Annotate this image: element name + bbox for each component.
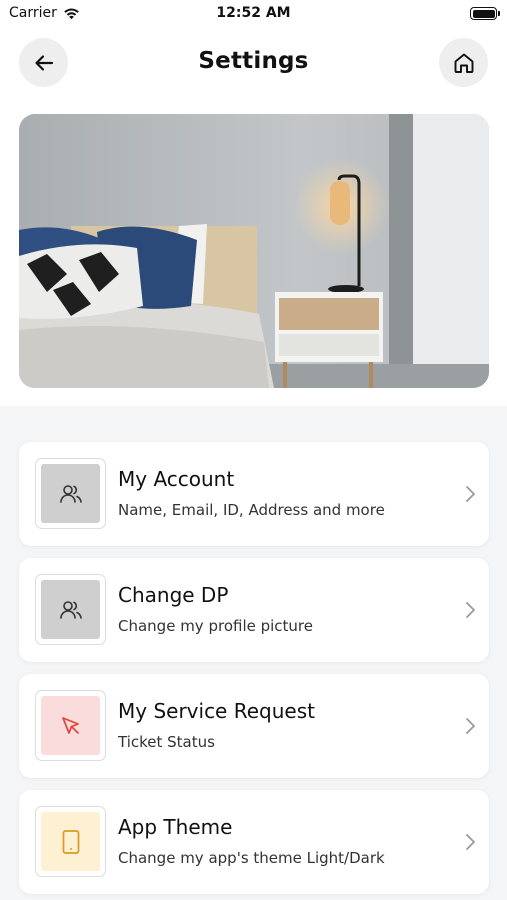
home-icon (454, 53, 473, 73)
icon-frame (35, 458, 106, 529)
bedroom-photo (19, 114, 489, 388)
settings-item-title: My Account (118, 467, 235, 491)
icon-frame (35, 574, 106, 645)
settings-item-change-dp[interactable]: Change DP Change my profile picture (19, 558, 489, 662)
settings-item-my-account[interactable]: My Account Name, Email, ID, Address and … (19, 442, 489, 546)
page-title: Settings (198, 48, 309, 74)
cursor-icon (61, 716, 79, 734)
status-bar: Carrier 12:52 AM (0, 0, 507, 28)
chevron-right-icon (466, 486, 475, 502)
home-button[interactable] (439, 38, 488, 87)
tablet-icon (62, 829, 79, 854)
icon-frame (35, 806, 106, 877)
nav-bar: Settings (0, 36, 507, 90)
settings-item-subtitle: Change my profile picture (118, 617, 313, 635)
icon-box (41, 464, 100, 523)
settings-item-title: My Service Request (118, 699, 315, 723)
settings-item-app-theme[interactable]: App Theme Change my app's theme Light/Da… (19, 790, 489, 894)
users-icon (59, 600, 82, 619)
settings-list: My Account Name, Email, ID, Address and … (0, 406, 507, 900)
settings-item-title: Change DP (118, 583, 229, 607)
users-icon (59, 484, 82, 503)
icon-box (41, 696, 100, 755)
chevron-right-icon (466, 834, 475, 850)
settings-item-subtitle: Ticket Status (118, 733, 215, 751)
settings-item-subtitle: Change my app's theme Light/Dark (118, 849, 385, 867)
icon-box (41, 812, 100, 871)
status-time: 12:52 AM (216, 5, 291, 21)
icon-frame (35, 690, 106, 761)
settings-item-title: App Theme (118, 815, 233, 839)
icon-box (41, 580, 100, 639)
battery-icon (470, 7, 500, 20)
chevron-right-icon (466, 602, 475, 618)
hero-image (19, 114, 489, 388)
settings-item-subtitle: Name, Email, ID, Address and more (118, 501, 385, 519)
settings-item-service-request[interactable]: My Service Request Ticket Status (19, 674, 489, 778)
chevron-right-icon (466, 718, 475, 734)
